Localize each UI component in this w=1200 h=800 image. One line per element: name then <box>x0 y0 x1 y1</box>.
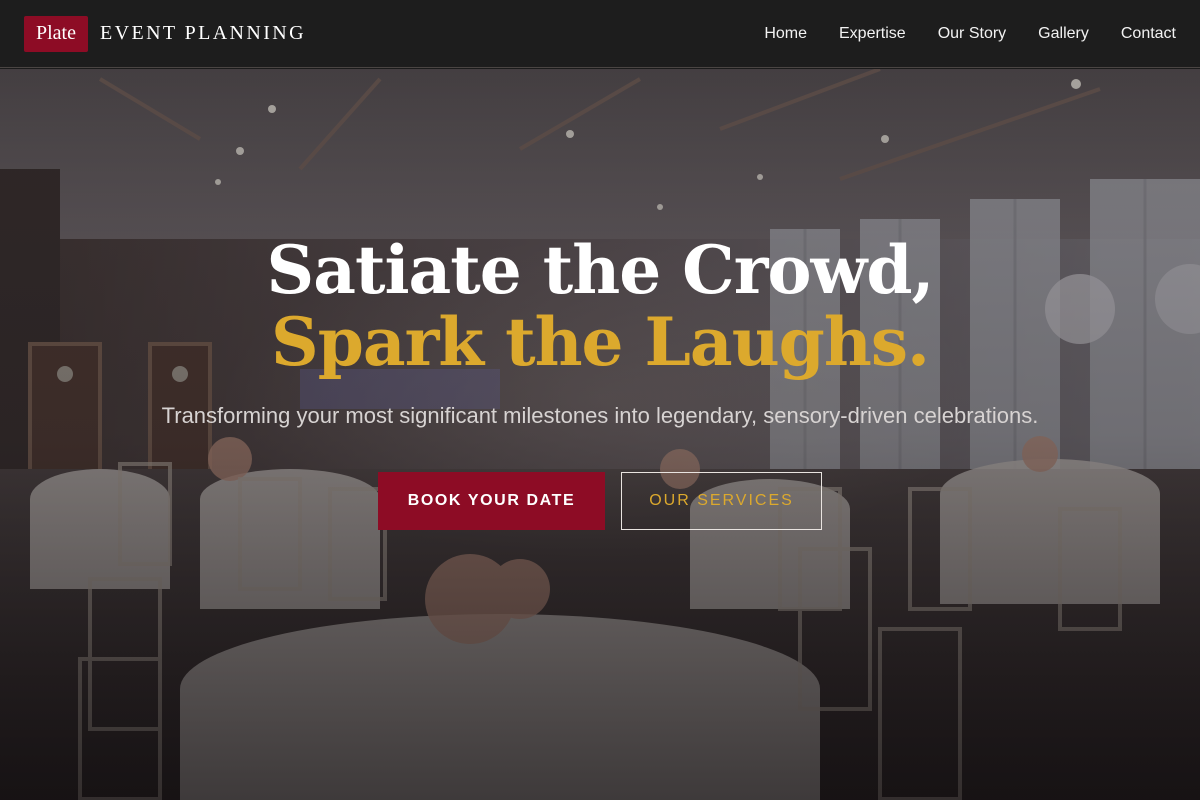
brand-name: EVENT PLANNING <box>100 22 306 44</box>
cta-row: BOOK YOUR DATE OUR SERVICES <box>0 472 1200 530</box>
headline-line-1: Satiate the Crowd, <box>266 231 935 309</box>
site-header: Plate EVENT PLANNING Home Expertise Our … <box>0 0 1200 68</box>
hero-content: Satiate the Crowd, Spark the Laughs. Tra… <box>0 234 1200 530</box>
main-nav: Home Expertise Our Story Gallery Contact <box>764 25 1176 43</box>
nav-our-story[interactable]: Our Story <box>938 25 1006 43</box>
hero-subtitle: Transforming your most significant miles… <box>161 403 1039 428</box>
nav-expertise[interactable]: Expertise <box>839 25 906 43</box>
nav-home[interactable]: Home <box>764 25 807 43</box>
brand-badge: Plate <box>24 15 88 52</box>
nav-contact[interactable]: Contact <box>1121 25 1176 43</box>
our-services-button[interactable]: OUR SERVICES <box>621 472 822 530</box>
headline-line-2: Spark the Laughs. <box>271 303 930 381</box>
brand-logo[interactable]: Plate EVENT PLANNING <box>24 15 306 52</box>
hero-section: Satiate the Crowd, Spark the Laughs. Tra… <box>0 69 1200 800</box>
book-your-date-button[interactable]: BOOK YOUR DATE <box>378 472 605 530</box>
hero-headline: Satiate the Crowd, Spark the Laughs. <box>0 234 1200 378</box>
nav-gallery[interactable]: Gallery <box>1038 25 1089 43</box>
